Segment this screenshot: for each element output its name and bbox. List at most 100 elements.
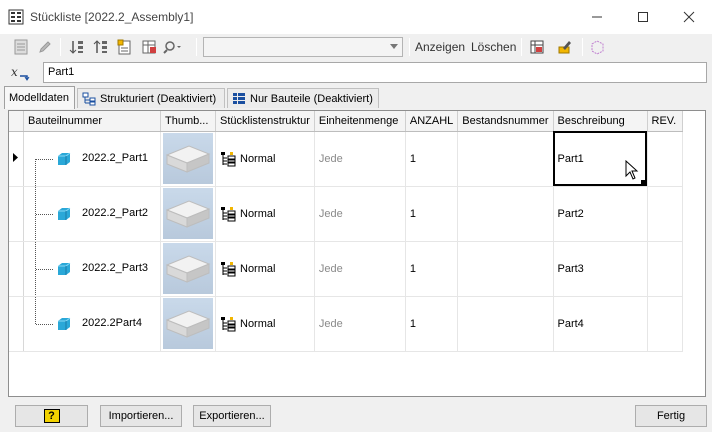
delete-button[interactable]: Löschen — [471, 40, 516, 54]
column-header-description[interactable]: Beschreibung — [553, 111, 648, 132]
part-number: 2022.2_Part2 — [82, 206, 149, 219]
footer: ? Importieren... Exportieren... Fertig — [0, 400, 712, 432]
column-chooser-button[interactable] — [526, 36, 548, 58]
maximize-button[interactable] — [620, 0, 666, 34]
stock-number-cell[interactable] — [457, 296, 554, 352]
tab-label: Strukturiert (Deaktiviert) — [100, 92, 217, 105]
description-cell[interactable]: Part1 — [553, 131, 648, 187]
unit-quantity-cell[interactable]: Jede — [314, 131, 406, 187]
bom-structure-cell[interactable]: Normal — [215, 241, 315, 297]
add-virtual-part-button[interactable] — [586, 36, 608, 58]
table-row[interactable]: 2022.2_Part3 Normal Jede 1 Part3 — [9, 241, 683, 297]
bom-structure-cell[interactable]: Normal — [215, 186, 315, 242]
stock-number-cell[interactable] — [457, 131, 554, 187]
bom-structure-value: Normal — [240, 207, 276, 220]
show-button[interactable]: Anzeigen — [415, 40, 465, 54]
tab-label: Modelldaten — [9, 92, 69, 104]
parts-only-icon — [233, 92, 245, 104]
bom-structure-value: Normal — [240, 317, 276, 330]
row-selector[interactable] — [9, 186, 24, 242]
edit-button[interactable] — [34, 36, 56, 58]
fx-icon[interactable]: x — [10, 64, 32, 82]
bom-view-button[interactable] — [10, 36, 32, 58]
override-icon — [558, 41, 571, 54]
tab-strip: Modelldaten Strukturiert (Deaktiviert) N… — [0, 86, 712, 110]
revision-cell[interactable] — [647, 296, 683, 352]
part-number-cell[interactable]: 2022.2_Part1 — [23, 131, 161, 187]
bom-structure-cell[interactable]: Normal — [215, 296, 315, 352]
part-number-cell[interactable]: 2022.2_Part2 — [23, 186, 161, 242]
table-row[interactable]: 2022.2Part4 Normal Jede 1 Part4 — [9, 296, 683, 352]
table-row[interactable]: 2022.2_Part2 Normal Jede 1 Part2 — [9, 186, 683, 242]
svg-text:x: x — [11, 65, 18, 79]
view-combo[interactable] — [203, 37, 403, 57]
find-button[interactable] — [162, 36, 184, 58]
bom-grid: Bauteilnummer Thumb... Stücklistenstrukt… — [8, 110, 706, 397]
help-button[interactable]: ? — [15, 405, 88, 427]
revision-cell[interactable] — [647, 241, 683, 297]
close-icon — [683, 11, 695, 23]
part-icon — [58, 317, 71, 330]
description-cell[interactable]: Part4 — [553, 296, 648, 352]
column-header-revision[interactable]: REV. — [647, 111, 683, 132]
description-cell[interactable]: Part3 — [553, 241, 648, 297]
unit-quantity-cell[interactable]: Jede — [314, 296, 406, 352]
export-table-button[interactable] — [138, 36, 160, 58]
tab-parts-only[interactable]: Nur Bauteile (Deaktiviert) — [227, 88, 379, 108]
renumber-button[interactable] — [114, 36, 136, 58]
description-value: Part1 — [557, 152, 584, 165]
quantity-cell[interactable]: 1 — [405, 186, 459, 242]
column-header-bom-structure[interactable]: Stücklistenstruktur — [215, 111, 315, 132]
part-thumbnail — [163, 243, 213, 294]
revision-cell[interactable] — [647, 131, 683, 187]
pencil-icon — [39, 41, 51, 53]
stock-number-cell[interactable] — [457, 241, 554, 297]
sort-descending-button[interactable] — [90, 36, 112, 58]
part-number: 2022.2Part4 — [82, 316, 142, 329]
minimize-button[interactable] — [574, 0, 620, 34]
row-selector[interactable] — [9, 296, 24, 352]
column-header-part-number[interactable]: Bauteilnummer — [23, 111, 161, 132]
formula-input[interactable]: Part1 — [43, 62, 707, 83]
quantity-cell[interactable]: 1 — [405, 296, 459, 352]
part-number: 2022.2_Part1 — [82, 151, 149, 164]
column-chooser-icon — [530, 40, 544, 54]
unit-quantity-cell[interactable]: Jede — [314, 241, 406, 297]
row-selector[interactable] — [9, 131, 24, 187]
quantity-cell[interactable]: 1 — [405, 241, 459, 297]
quantity-cell[interactable]: 1 — [405, 131, 459, 187]
part-number-cell[interactable]: 2022.2Part4 — [23, 296, 161, 352]
column-header-thumbnail[interactable]: Thumb... — [160, 111, 216, 132]
import-button[interactable]: Importieren... — [100, 405, 182, 427]
close-button[interactable] — [666, 0, 712, 34]
export-button[interactable]: Exportieren... — [193, 405, 271, 427]
stock-number-cell[interactable] — [457, 186, 554, 242]
row-selector[interactable] — [9, 241, 24, 297]
table-row[interactable]: 2022.2_Part1 Normal Jede 1 Part1 — [9, 131, 683, 187]
search-icon — [163, 41, 181, 54]
column-header-unit-quantity[interactable]: Einheitenmenge — [314, 111, 406, 132]
bom-structure-cell[interactable]: Normal — [215, 131, 315, 187]
column-header-stock-number[interactable]: Bestandsnummer — [457, 111, 554, 132]
sort-descending-icon — [93, 40, 107, 53]
structure-normal-icon — [221, 261, 236, 276]
revision-cell[interactable] — [647, 186, 683, 242]
fill-handle[interactable] — [640, 179, 646, 185]
tab-model-data[interactable]: Modelldaten — [4, 86, 75, 109]
header-row: Bauteilnummer Thumb... Stücklistenstrukt… — [9, 111, 683, 132]
description-cell[interactable]: Part2 — [553, 186, 648, 242]
sort-ascending-button[interactable] — [66, 36, 88, 58]
unit-quantity-cell[interactable]: Jede — [314, 186, 406, 242]
current-row-arrow-icon — [13, 152, 18, 162]
column-header-quantity[interactable]: ANZAHL — [405, 111, 459, 132]
formula-bar: x Part1 — [0, 61, 712, 85]
renumber-icon — [117, 39, 131, 55]
part-icon — [58, 207, 71, 220]
tab-structured[interactable]: Strukturiert (Deaktiviert) — [77, 88, 225, 108]
done-button[interactable]: Fertig — [635, 405, 707, 427]
part-number-cell[interactable]: 2022.2_Part3 — [23, 241, 161, 297]
mouse-cursor-icon — [625, 159, 638, 180]
title-bar: Stückliste [2022.2_Assembly1] — [0, 0, 712, 34]
toolbar: Anzeigen Löschen — [0, 34, 712, 60]
override-button[interactable] — [554, 36, 576, 58]
